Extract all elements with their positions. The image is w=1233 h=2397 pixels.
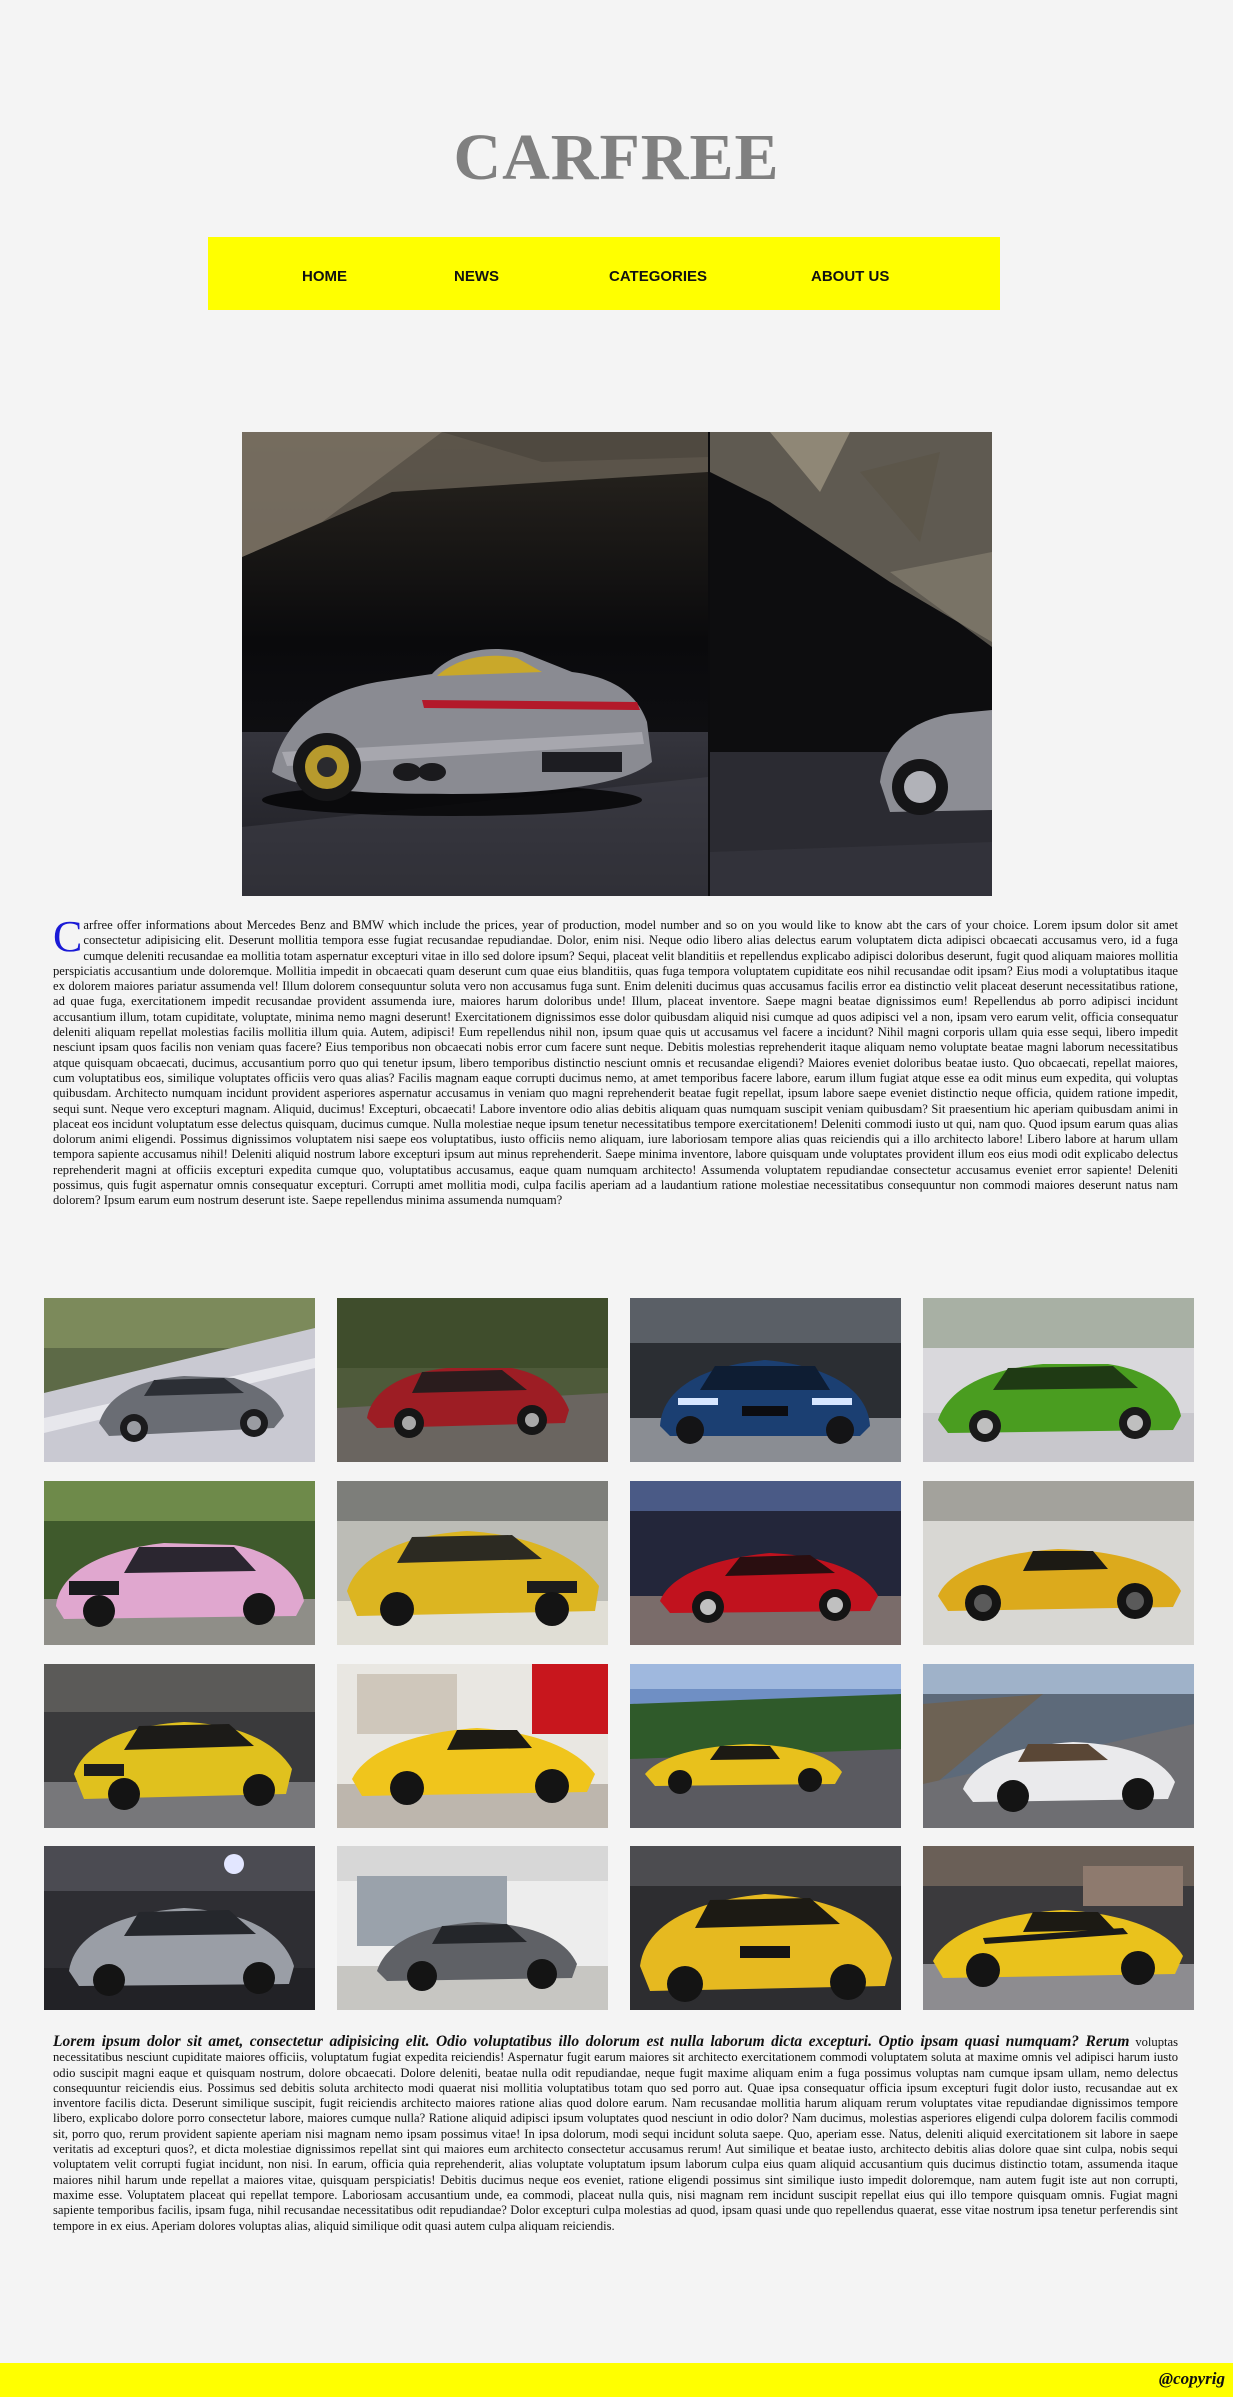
gallery-image-red-tesla-sedan[interactable] (337, 1298, 608, 1462)
nav-home[interactable]: HOME (302, 237, 347, 310)
intro-paragraph: Carfree offer informations about Mercede… (53, 912, 1178, 1209)
gallery-image-red-ferrari-coupe[interactable] (630, 1481, 901, 1645)
gallery-image-yellow-ferrari-enzo[interactable] (337, 1664, 608, 1828)
outro-lead: Lorem ipsum dolor sit amet, consectetur … (53, 2033, 1130, 2050)
intro-dropcap: C (53, 912, 83, 961)
gallery-image-silver-mercedes-eclass[interactable] (44, 1846, 315, 2010)
page-footer: @copyrig (0, 2363, 1233, 2397)
gallery-image-yellow-ferrari-458[interactable] (923, 1846, 1194, 2010)
gallery-image-white-mercedes-cabrio[interactable] (923, 1664, 1194, 1828)
main-navbar: HOME NEWS CATEGORIES ABOUT US (208, 237, 1000, 310)
hero-image (242, 432, 992, 896)
hero-image-left-panel (242, 432, 708, 896)
site-title: CARFREE (453, 121, 780, 194)
copyright-text: @copyrig (1158, 2369, 1225, 2388)
gallery-image-blue-bmw-coupe[interactable] (630, 1298, 901, 1462)
nav-about-us[interactable]: ABOUT US (811, 237, 889, 310)
nav-categories[interactable]: CATEGORIES (609, 237, 707, 310)
gallery-image-green-bmw-sedan[interactable] (923, 1298, 1194, 1462)
gallery-image-gray-tesla-garage[interactable] (337, 1846, 608, 2010)
car-gallery (44, 1298, 1194, 2010)
hero-image-right-panel (710, 432, 992, 896)
gallery-image-gray-mercedes-coupe[interactable] (44, 1298, 315, 1462)
gallery-image-yellow-ferrari-spider[interactable] (923, 1481, 1194, 1645)
outro-text: voluptas necessitatibus nesciunt cupidit… (53, 2035, 1179, 2233)
nav-news[interactable]: NEWS (454, 237, 499, 310)
gallery-image-yellow-bmw-m3[interactable] (44, 1664, 315, 1828)
gallery-image-pink-bmw-sedan[interactable] (44, 1481, 315, 1645)
gallery-image-yellow-bmw-sedan[interactable] (337, 1481, 608, 1645)
gallery-image-yellow-ferrari-road[interactable] (630, 1664, 901, 1828)
intro-text: arfree offer informations about Mercedes… (53, 918, 1178, 1208)
gallery-image-yellow-bmw-m4[interactable] (630, 1846, 901, 2010)
outro-paragraph: Lorem ipsum dolor sit amet, consectetur … (53, 2034, 1178, 2234)
